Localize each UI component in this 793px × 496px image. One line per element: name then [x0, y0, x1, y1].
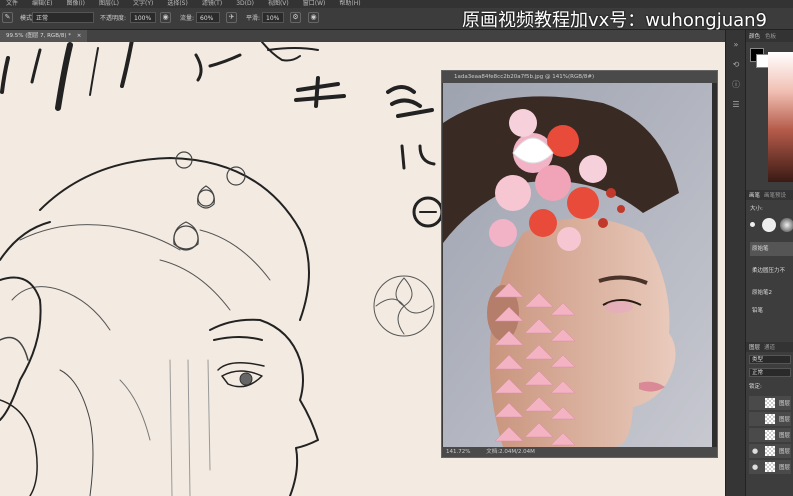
gear-icon[interactable]: ⚙: [290, 12, 301, 23]
watermark-text: 原画视频教程加vx号：wuhongjuan9: [462, 10, 767, 31]
menu-file[interactable]: 文件: [6, 0, 18, 8]
zoom-readout[interactable]: 141.72%: [446, 449, 470, 455]
reference-photo: [443, 83, 713, 447]
eye-icon[interactable]: ●: [752, 447, 758, 455]
layer-row[interactable]: ● 图层: [749, 460, 791, 474]
document-tab[interactable]: 99.5% (图层 7, RGB/8) * ×: [0, 30, 88, 42]
reference-window-status: 141.72% 文档:2.04M/2.04M: [442, 447, 717, 457]
reference-window-title[interactable]: 1ada3eaa84fe8cc2b20a7f5b.jpg @ 141%(RGB/…: [442, 71, 717, 83]
menu-edit[interactable]: 编辑(E): [32, 0, 52, 8]
layer-thumbnail: [765, 462, 775, 472]
brush-panel: 大小: 原始笔 柔边圆压力不 原始笔2 铅笔: [746, 200, 793, 342]
reference-window-scrollbar[interactable]: [712, 83, 717, 449]
layers-panel-tabs: 图层 通道: [746, 342, 793, 352]
menu-filter[interactable]: 滤镜(T): [202, 0, 222, 8]
layer-thumbnail: [765, 446, 775, 456]
document-info: 文档:2.04M/2.04M: [486, 449, 535, 455]
eye-icon[interactable]: ●: [752, 463, 758, 471]
tab-layers[interactable]: 图层: [749, 343, 760, 351]
brush-preset-item[interactable]: 原始笔: [750, 242, 793, 256]
layer-thumbnail: [765, 414, 775, 424]
layer-thumbnail: [765, 398, 775, 408]
layer-filter-select[interactable]: 类型: [749, 355, 791, 364]
blend-mode-select[interactable]: 正常: [749, 368, 791, 377]
document-tab-bar: 99.5% (图层 7, RGB/8) * ×: [0, 30, 725, 42]
tab-channels[interactable]: 通道: [764, 343, 775, 351]
layer-row[interactable]: 图层: [749, 412, 791, 426]
tab-brush-presets[interactable]: 画笔预设: [764, 191, 786, 199]
color-field[interactable]: [768, 52, 793, 182]
layer-row[interactable]: 图层: [749, 396, 791, 410]
mode-select[interactable]: 正常: [32, 12, 94, 23]
menu-type[interactable]: 文字(Y): [133, 0, 153, 8]
menu-window[interactable]: 窗口(W): [303, 0, 326, 8]
layer-row[interactable]: 图层: [749, 428, 791, 442]
layer-thumbnail: [765, 430, 775, 440]
panel-icon-strip: » ⟲ ⓘ ☰: [725, 30, 746, 496]
smooth-label: 平滑:: [246, 15, 261, 22]
properties-icon[interactable]: ☰: [731, 100, 741, 110]
opacity-label: 不透明度:: [100, 15, 127, 22]
document-tab-label: 99.5% (图层 7, RGB/8) *: [6, 33, 71, 39]
layer-name: 图层: [779, 433, 791, 439]
color-panel: [746, 42, 793, 190]
brush-preset-label: 原始笔: [752, 246, 769, 252]
brush-size-label: 大小:: [750, 206, 763, 212]
menu-3d[interactable]: 3D(D): [236, 0, 254, 8]
tab-brush[interactable]: 画笔: [749, 191, 760, 199]
layer-filter-label: 类型: [752, 357, 764, 363]
menu-select[interactable]: 选择(S): [167, 0, 188, 8]
menu-help[interactable]: 帮助(H): [339, 0, 360, 8]
layer-name: 图层: [779, 401, 791, 407]
history-icon[interactable]: ⟲: [731, 60, 741, 70]
menu-layer[interactable]: 图层(L): [99, 0, 119, 8]
brush-tip-small[interactable]: [750, 222, 755, 227]
brush-tool-icon[interactable]: ✎: [2, 12, 13, 23]
layer-name: 图层: [779, 417, 791, 423]
brush-tip-large[interactable]: [762, 218, 776, 232]
pressure-size-icon[interactable]: ◉: [308, 12, 319, 23]
geisha-profile-photo: [443, 83, 713, 447]
right-panels: 颜色 色板 画笔 画笔预设 大小: 原始笔 柔边圆压力不 原始笔2 铅笔 图层 …: [745, 30, 793, 496]
flow-input[interactable]: 60%: [196, 12, 220, 23]
color-panel-tabs: 颜色 色板: [746, 30, 793, 42]
tab-color[interactable]: 颜色: [749, 32, 760, 40]
menu-view[interactable]: 视图(V): [268, 0, 289, 8]
collapse-icon[interactable]: »: [731, 40, 741, 50]
brush-panel-tabs: 画笔 画笔预设: [746, 190, 793, 200]
layers-panel: 类型 正常 锁定: 图层 图层 图层 ● 图层 ● 图层: [746, 352, 793, 496]
blend-mode-label: 正常: [752, 370, 764, 376]
opacity-input[interactable]: 100%: [130, 12, 156, 23]
brush-tip-soft[interactable]: [780, 218, 793, 232]
info-icon[interactable]: ⓘ: [731, 80, 741, 90]
menu-image[interactable]: 图像(I): [67, 0, 85, 8]
reference-image-window[interactable]: 1ada3eaa84fe8cc2b20a7f5b.jpg @ 141%(RGB/…: [441, 70, 718, 458]
brush-preset-label[interactable]: 原始笔2: [752, 288, 772, 296]
lock-label: 锁定:: [749, 384, 762, 390]
layer-name: 图层: [779, 449, 791, 455]
close-icon[interactable]: ×: [77, 33, 82, 39]
flow-label: 流量:: [180, 15, 195, 22]
tab-swatches[interactable]: 色板: [765, 32, 776, 40]
layer-name: 图层: [779, 465, 791, 471]
airbrush-icon[interactable]: ✈: [226, 12, 237, 23]
brush-preset-label[interactable]: 柔边圆压力不: [752, 266, 785, 274]
pressure-opacity-icon[interactable]: ◉: [160, 12, 171, 23]
layer-row[interactable]: ● 图层: [749, 444, 791, 458]
smooth-input[interactable]: 10%: [262, 12, 284, 23]
brush-preset-label[interactable]: 铅笔: [752, 306, 763, 314]
